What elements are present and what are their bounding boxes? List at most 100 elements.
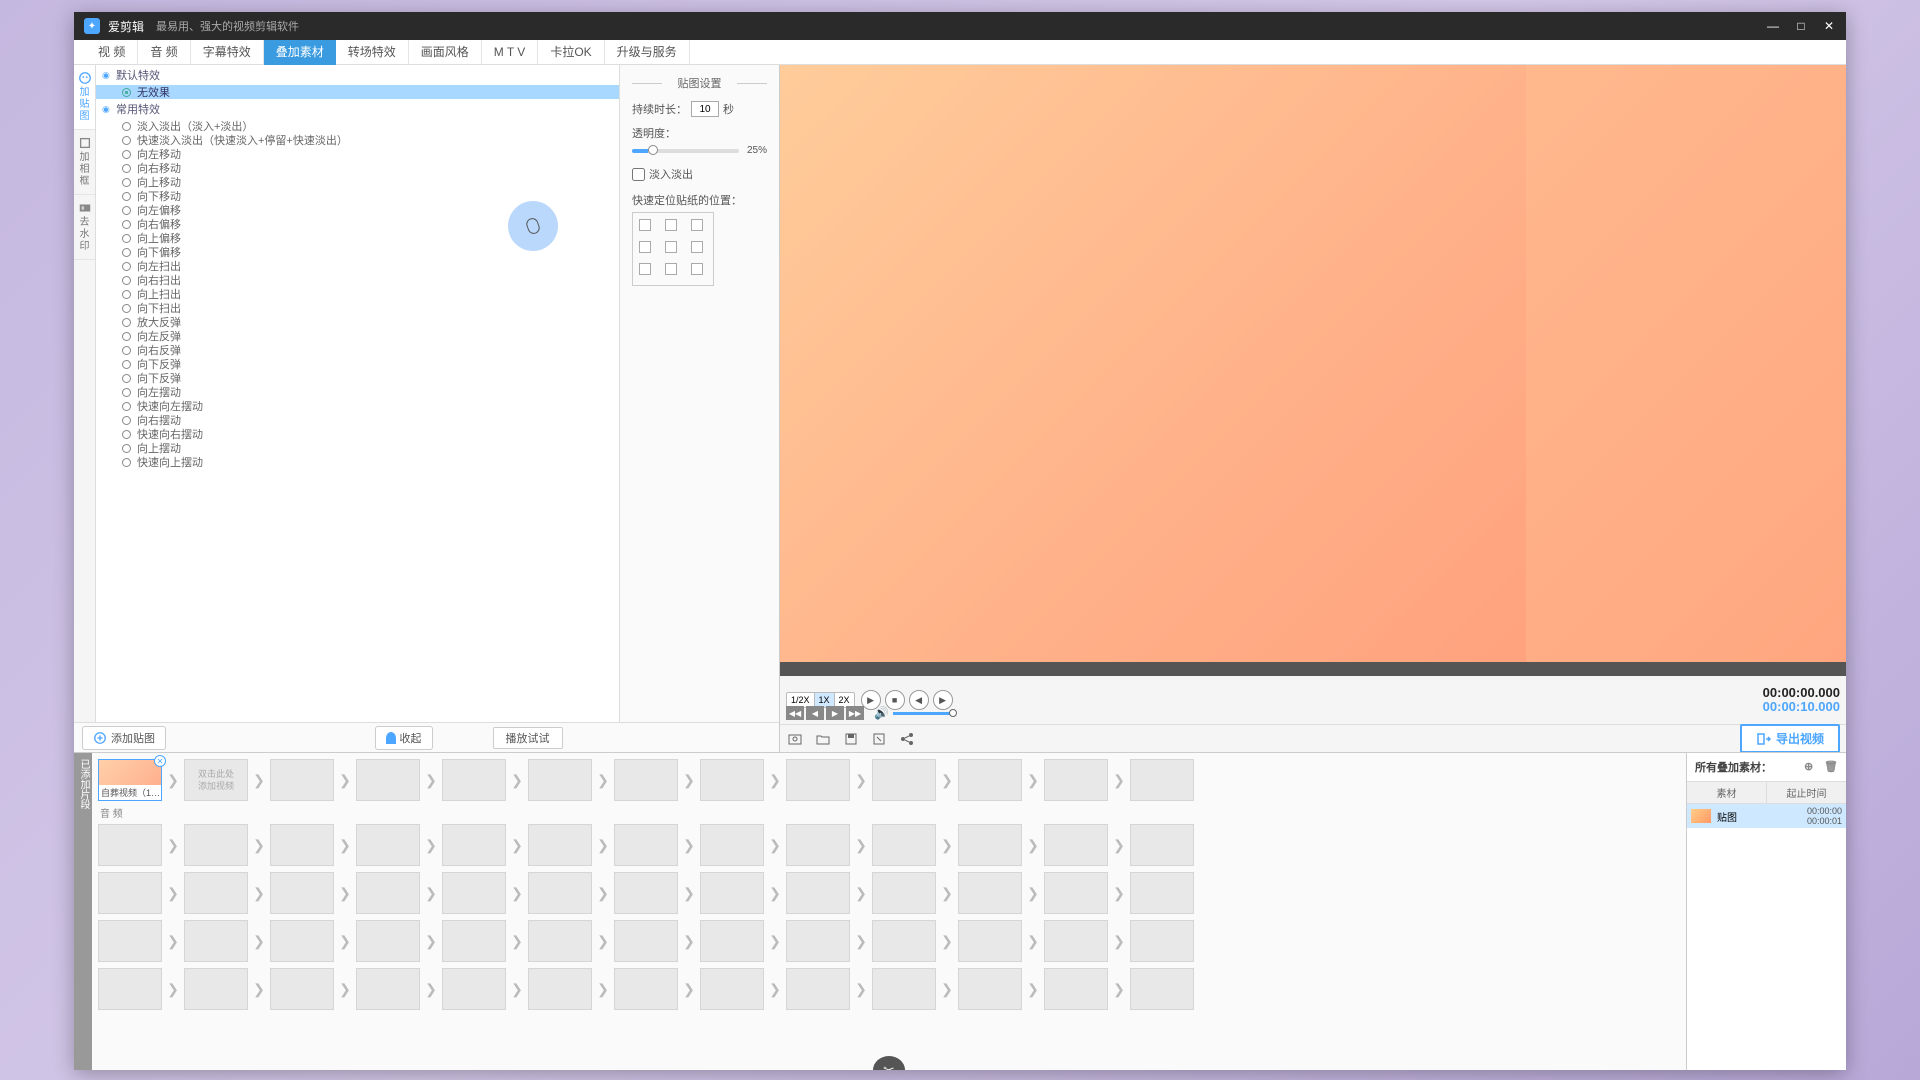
materials-add-button[interactable]: ⊕	[1804, 760, 1818, 774]
tree-group-common[interactable]: ◉ 常用特效	[96, 99, 619, 119]
pos-tl[interactable]	[639, 219, 651, 231]
clip-slot[interactable]	[614, 824, 678, 866]
clip-slot[interactable]	[786, 968, 850, 1010]
effect-item[interactable]: 向上扫出	[96, 287, 619, 301]
speed-1x[interactable]: 1X	[815, 693, 835, 707]
minimize-button[interactable]: —	[1766, 19, 1780, 33]
tab-audio[interactable]: 音 频	[138, 40, 190, 65]
pos-br[interactable]	[691, 263, 703, 275]
tab-video[interactable]: 视 频	[86, 40, 138, 65]
material-row[interactable]: 贴图 00:00:00 00:00:01	[1687, 804, 1846, 828]
effect-item[interactable]: 向下反弹	[96, 357, 619, 371]
clip-slot[interactable]	[270, 759, 334, 801]
seek-fwd-fast[interactable]: ▶▶	[846, 706, 864, 720]
clip-slot[interactable]	[184, 872, 248, 914]
tab-transition[interactable]: 转场特效	[336, 40, 409, 65]
effect-item[interactable]: 向左移动	[96, 147, 619, 161]
clip-slot[interactable]	[270, 968, 334, 1010]
clip-slot[interactable]	[528, 968, 592, 1010]
clip-slot[interactable]	[1044, 968, 1108, 1010]
tab-subtitle[interactable]: 字幕特效	[191, 40, 264, 65]
clip-slot[interactable]	[614, 968, 678, 1010]
fade-checkbox[interactable]	[632, 168, 645, 181]
clip-slot[interactable]: 双击此处添加视频	[184, 759, 248, 801]
effect-item[interactable]: 向左反弹	[96, 329, 619, 343]
clip-slot[interactable]	[356, 759, 420, 801]
timeline-strip[interactable]	[780, 662, 1846, 676]
clip-slot[interactable]	[786, 920, 850, 962]
effect-item[interactable]: 放大反弹	[96, 315, 619, 329]
clip-slot[interactable]	[872, 920, 936, 962]
clip-slot[interactable]	[958, 968, 1022, 1010]
effect-none[interactable]: 无效果	[96, 85, 619, 99]
clip-slot[interactable]	[270, 824, 334, 866]
clip-slot[interactable]	[958, 920, 1022, 962]
effect-item[interactable]: 向右扫出	[96, 273, 619, 287]
clip-slot[interactable]	[1044, 920, 1108, 962]
clip-slot[interactable]	[528, 872, 592, 914]
clip-slot[interactable]	[1044, 824, 1108, 866]
clip-slot[interactable]	[98, 824, 162, 866]
effect-item[interactable]: 快速向上摆动	[96, 455, 619, 469]
speed-2x[interactable]: 2X	[835, 693, 854, 707]
clip-slot[interactable]	[958, 759, 1022, 801]
clip-slot[interactable]	[872, 968, 936, 1010]
effect-item[interactable]: 向左摆动	[96, 385, 619, 399]
tree-group-default[interactable]: ◉ 默认特效	[96, 65, 619, 85]
effect-item[interactable]: 快速向右摆动	[96, 427, 619, 441]
effect-item[interactable]: 向左扫出	[96, 259, 619, 273]
clip-slot[interactable]	[614, 759, 678, 801]
duration-input[interactable]	[691, 101, 719, 117]
clip-slot[interactable]	[1130, 968, 1194, 1010]
export-button[interactable]: 导出视频	[1740, 724, 1840, 752]
seek-back-fast[interactable]: ◀◀	[786, 706, 804, 720]
clip-slot[interactable]	[1044, 872, 1108, 914]
tab-karaoke[interactable]: 卡拉OK	[538, 40, 604, 65]
clip-slot[interactable]	[528, 920, 592, 962]
clip-slot[interactable]	[442, 872, 506, 914]
close-button[interactable]: ✕	[1822, 19, 1836, 33]
clip-slot[interactable]	[872, 824, 936, 866]
clip-slot[interactable]	[786, 824, 850, 866]
clip-slot[interactable]	[614, 872, 678, 914]
clip-slot[interactable]	[442, 968, 506, 1010]
effects-list[interactable]: ◉ 默认特效 无效果 ◉ 常用特效 淡入淡出（淡入+淡出）快速淡入淡出（快速淡入…	[96, 65, 619, 722]
clip-slot[interactable]	[1130, 872, 1194, 914]
play-try-button[interactable]: 播放试试	[493, 727, 563, 749]
clip-slot[interactable]	[1044, 759, 1108, 801]
slider-thumb[interactable]	[648, 145, 658, 155]
sidebar-remove-watermark[interactable]: 去水印	[74, 195, 95, 260]
seek-fwd[interactable]: ▶	[826, 706, 844, 720]
clip-slot[interactable]	[1130, 920, 1194, 962]
clip-slot[interactable]	[872, 872, 936, 914]
clip-slot[interactable]	[786, 759, 850, 801]
effect-item[interactable]: 向右偏移	[96, 217, 619, 231]
effect-item[interactable]: 向上移动	[96, 175, 619, 189]
maximize-button[interactable]: □	[1794, 19, 1808, 33]
add-sticker-button[interactable]: 添加贴图	[82, 726, 166, 750]
clip-slot[interactable]	[1130, 759, 1194, 801]
clip-slot[interactable]	[98, 872, 162, 914]
scissors-icon[interactable]: ✂	[873, 1056, 905, 1070]
clip-slot[interactable]	[356, 872, 420, 914]
clip-slot[interactable]	[184, 824, 248, 866]
effect-item[interactable]: 向右反弹	[96, 343, 619, 357]
collapse-button[interactable]: 收起	[375, 726, 433, 750]
clip-slot[interactable]	[442, 824, 506, 866]
tab-upgrade[interactable]: 升级与服务	[605, 40, 690, 65]
clip-slot[interactable]	[700, 824, 764, 866]
snapshot-button[interactable]	[786, 730, 804, 748]
effect-item[interactable]: 向下偏移	[96, 245, 619, 259]
materials-delete-button[interactable]: 🗑	[1824, 760, 1838, 774]
preview-area[interactable]	[780, 65, 1846, 662]
speed-half[interactable]: 1/2X	[787, 693, 815, 707]
clip-slot[interactable]	[958, 872, 1022, 914]
clip-slot[interactable]	[958, 824, 1022, 866]
volume-slider[interactable]	[893, 712, 953, 715]
clip-slot[interactable]	[442, 920, 506, 962]
clip-slot[interactable]	[700, 759, 764, 801]
folder-button[interactable]	[814, 730, 832, 748]
clip-slot[interactable]	[356, 920, 420, 962]
pos-mr[interactable]	[691, 241, 703, 253]
sidebar-add-frame[interactable]: 加相框	[74, 130, 95, 195]
